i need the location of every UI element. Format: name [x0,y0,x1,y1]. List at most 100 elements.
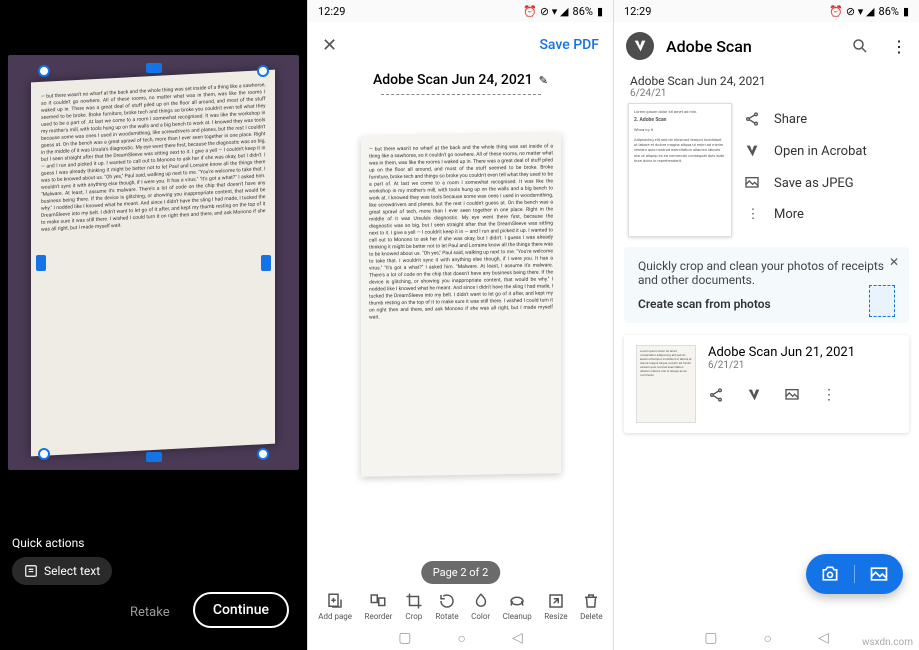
search-button[interactable] [851,37,869,55]
continue-button[interactable]: Continue [193,592,289,628]
doc2-date: 6/21/21 [708,360,897,371]
delete-tool[interactable]: Delete [580,592,603,621]
doc2-share[interactable] [708,387,724,403]
crop-handle-left[interactable] [36,255,46,271]
edit-toolbar: Add page Reorder Crop Rotate Color Clean… [308,586,613,626]
retake-button[interactable]: Retake [130,605,170,620]
crop-handle-bottom[interactable] [146,452,162,462]
status-time: 12:29 [318,5,345,18]
doc-title: Adobe Scan Jun 24, 2021 [373,72,533,88]
library-header: Adobe Scan ⋮ [614,22,919,70]
share-icon [744,111,762,127]
tip-close[interactable]: ✕ [889,255,899,269]
review-screen: 12:29 ⏰ ⊘ ▾ ◢ 86% ▮ ✕ Save PDF Adobe Sca… [307,0,613,650]
search-icon [851,37,869,55]
select-text-icon [24,564,38,578]
cleanup-tool[interactable]: Cleanup [503,592,532,621]
quick-actions-label: Quick actions [12,536,84,550]
receipt-icon [869,285,895,317]
crop-handle-right[interactable] [261,255,271,271]
rotate-icon [438,592,456,610]
gallery-icon[interactable] [869,564,889,584]
add-page-icon [326,592,344,610]
crop-handle-br[interactable] [257,448,269,460]
add-page-tool[interactable]: Add page [318,592,352,621]
doc2-actions: ⋮ [708,387,897,403]
page-preview[interactable]: — but there wasn't no wharf at the back … [361,133,561,476]
doc2-card[interactable]: Lorem ipsum dolor sit amet consectetur a… [624,335,909,433]
tip-text: Quickly crop and clean your photos of re… [638,259,884,287]
doc2-image[interactable] [784,387,800,403]
library-screen: 12:29 ⏰ ⊘ ▾ ◢ 86% ▮ Adobe Scan ⋮ Adobe S… [613,0,919,650]
share-item[interactable]: Share [744,103,905,135]
doc2-info: Adobe Scan Jun 21, 2021 6/21/21 ⋮ [708,345,897,403]
doc2-more[interactable]: ⋮ [822,387,836,403]
doc1-actions: Share Open in Acrobat Save as JPEG ⋮More [744,103,905,237]
watermark: wsxdn.com [862,637,913,648]
doc1-date: 6/24/21 [630,88,903,99]
page-indicator: Page 2 of 2 [421,561,501,584]
title-underline [381,94,541,95]
close-button[interactable]: ✕ [322,35,337,56]
nav-bar: ▢ ○ ◁ [308,626,613,650]
app-title: Adobe Scan [666,37,839,56]
image-icon [784,387,800,403]
reorder-tool[interactable]: Reorder [365,592,393,621]
status-bar: 12:29 ⏰ ⊘ ▾ ◢ 86% ▮ [308,0,613,22]
doc1-title: Adobe Scan Jun 24, 2021 [630,74,903,88]
color-icon [472,592,490,610]
capture-screen: — but there wasn't no wharf at the back … [0,0,307,650]
app-logo [626,32,654,60]
review-header: ✕ Save PDF [308,22,613,68]
acrobat-icon [746,387,762,403]
edit-title-icon[interactable]: ✎ [539,74,548,87]
acrobat-icon [744,143,762,159]
delete-icon [582,592,600,610]
fab[interactable] [806,554,903,594]
doc-title-row[interactable]: Adobe Scan Jun 24, 2021 ✎ [308,68,613,92]
crop-area[interactable]: — but there wasn't no wharf at the back … [8,55,299,470]
nav-home[interactable]: ○ [457,630,465,647]
doc2-acrobat[interactable] [746,387,762,403]
nav-recent[interactable]: ▢ [398,630,411,646]
acrobat-item[interactable]: Open in Acrobat [744,135,905,167]
select-text-label: Select text [44,564,100,578]
nav-recent[interactable]: ▢ [704,630,717,646]
rotate-tool[interactable]: Rotate [435,592,458,621]
color-tool[interactable]: Color [471,592,490,621]
crop-icon [405,592,423,610]
tip-cta[interactable]: Create scan from photos [638,297,895,311]
fab-separator [854,565,855,583]
doc1-row: Lorem ipsum dolor sit amet ad min. 2. Ad… [614,103,919,237]
crop-handle-tr[interactable] [257,65,269,77]
crop-handle-top[interactable] [146,63,162,73]
overflow-button[interactable]: ⋮ [891,37,907,56]
crop-handle-tl[interactable] [38,65,50,77]
status-icons: ⏰ ⊘ ▾ ◢ 86% ▮ [523,5,603,18]
jpeg-item[interactable]: Save as JPEG [744,167,905,199]
more-item[interactable]: ⋮More [744,199,905,230]
tip-card: ✕ Quickly crop and clean your photos of … [624,247,909,323]
scanned-page-preview: — but there wasn't no wharf at the back … [31,69,275,455]
resize-tool[interactable]: Resize [544,592,567,621]
crop-handle-bl[interactable] [38,448,50,460]
status-bar: 12:29 ⏰ ⊘ ▾ ◢ 86% ▮ [614,0,919,22]
image-icon [744,175,762,191]
doc2-title: Adobe Scan Jun 21, 2021 [708,345,897,360]
cleanup-icon [508,592,526,610]
select-text-button[interactable]: Select text [12,557,112,585]
camera-icon [820,564,840,584]
reorder-icon [369,592,387,610]
status-icons: ⏰ ⊘ ▾ ◢ 86% ▮ [829,5,909,18]
nav-back[interactable]: ◁ [512,630,523,646]
doc1-meta: Adobe Scan Jun 24, 2021 6/24/21 [614,70,919,103]
more-icon: ⋮ [744,207,762,222]
nav-back[interactable]: ◁ [818,630,829,646]
save-pdf-button[interactable]: Save PDF [539,37,599,53]
crop-tool[interactable]: Crop [405,592,423,621]
share-icon [708,387,724,403]
resize-icon [547,592,565,610]
thumb-heading: 2. Adobe Scan [634,117,726,124]
doc1-thumbnail[interactable]: Lorem ipsum dolor sit amet ad min. 2. Ad… [628,103,732,237]
nav-home[interactable]: ○ [763,630,771,647]
